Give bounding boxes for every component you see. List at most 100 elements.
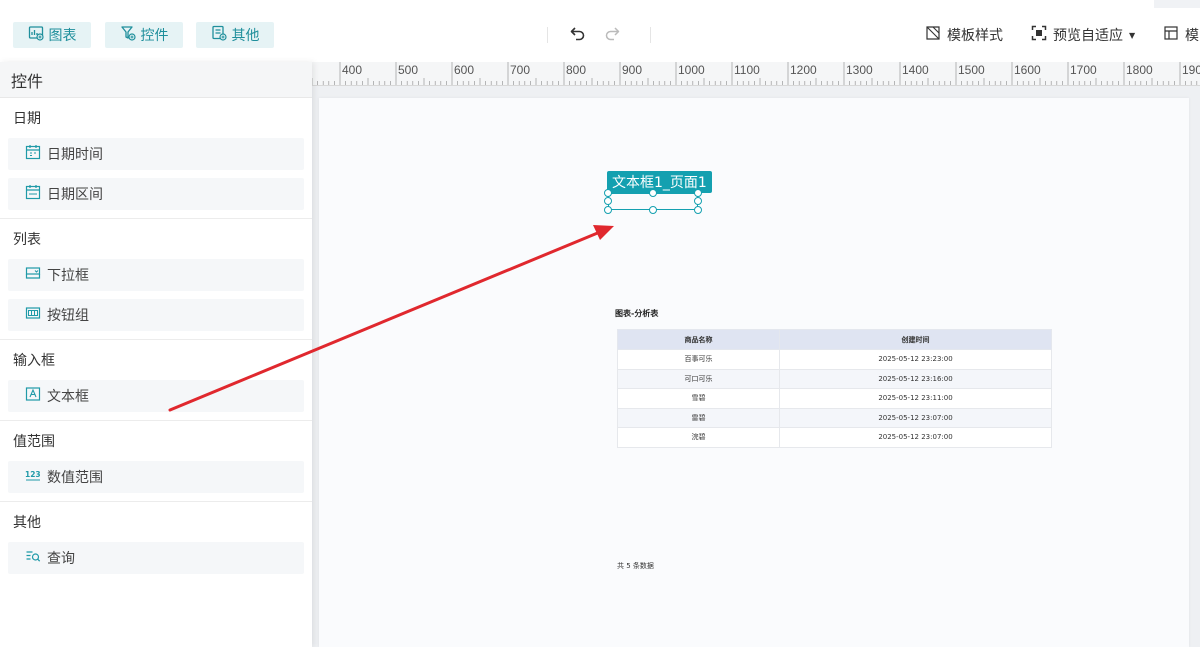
sidebar-title: 控件	[0, 62, 312, 98]
resize-handle-tl[interactable]	[604, 189, 612, 197]
resize-handle-tr[interactable]	[694, 189, 702, 197]
textbox-icon	[25, 386, 41, 406]
column-header[interactable]: 创建时间	[779, 329, 1052, 350]
table-row: 浣碧 2025-05-12 23:07:00	[617, 427, 1052, 448]
other-add-icon	[211, 25, 227, 45]
tab-other-label: 其他	[231, 28, 260, 44]
table-cell: 雪碧	[617, 388, 780, 409]
ruler-tick-label: 500	[398, 63, 418, 77]
sidebar-section-label: 列表	[13, 232, 41, 248]
resize-handle-r[interactable]	[694, 197, 702, 205]
resize-handle-bl[interactable]	[604, 206, 612, 214]
calendar-range-icon	[25, 184, 41, 204]
toolbar-divider	[547, 27, 548, 43]
ruler-tick-label: 400	[342, 63, 362, 77]
sidebar-section-label: 其他	[13, 515, 41, 531]
calendar-icon	[25, 144, 41, 164]
tab-widget[interactable]: 控件	[105, 22, 183, 48]
ruler-tick-label: 900	[622, 63, 642, 77]
sidebar-item-textbox[interactable]: 文本框	[8, 380, 304, 412]
table-row: 雪碧 2025-05-12 23:11:00	[617, 388, 1052, 409]
sidebar-item-query[interactable]: 查询	[8, 542, 304, 574]
sidebar-group-list: 列表 下拉框 按钮组	[0, 219, 312, 340]
ruler-tick-label: 1700	[1070, 63, 1097, 77]
sidebar-section-label: 输入框	[13, 353, 55, 369]
table-header-row: 商品名称 创建时间	[617, 329, 1052, 350]
sidebar-section-label: 值范围	[13, 434, 55, 450]
horizontal-ruler: 400 500 600 700 800 900 1000 1100 1200 1300 1400 15…	[312, 62, 1200, 86]
sidebar-item-daterange[interactable]: 日期区间	[8, 178, 304, 210]
table-cell: 可口可乐	[617, 368, 780, 389]
ruler-tick-label: 1600	[1014, 63, 1041, 77]
ruler-tick-label: 1100	[734, 63, 760, 77]
table-title: 图表-分析表	[615, 309, 659, 318]
chart-add-icon	[28, 25, 44, 45]
redo-icon	[603, 24, 621, 46]
redo-button[interactable]	[602, 25, 622, 45]
preview-adaptive-dropdown[interactable]: 预览自适应 ▼	[1031, 24, 1135, 46]
sidebar-item-label: 文本框	[47, 389, 89, 405]
fit-screen-icon	[1031, 25, 1047, 45]
tab-other[interactable]: 其他	[196, 22, 274, 48]
number-range-icon: 123	[25, 467, 41, 487]
ruler-tick-label: 1200	[790, 63, 817, 77]
template-style-label: 模板样式	[947, 28, 1003, 44]
sidebar-group-date: 日期 日期时间 日期区间	[0, 98, 312, 219]
button-group-icon	[25, 305, 41, 325]
template-more-button[interactable]: 模	[1163, 24, 1199, 46]
resize-handle-b[interactable]	[649, 206, 657, 214]
ruler-tick-label: 600	[454, 63, 474, 77]
sidebar-group-value-range: 值范围 123 数值范围	[0, 421, 312, 502]
analysis-table[interactable]: 商品名称 创建时间 百事可乐 2025-05-12 23:23:00 可口可乐 20…	[617, 329, 1052, 448]
sidebar-item-label: 按钮组	[47, 308, 89, 324]
resize-handle-br[interactable]	[694, 206, 702, 214]
sidebar-item-label: 日期区间	[47, 187, 103, 203]
sidebar-group-other: 其他 查询	[0, 502, 312, 574]
tab-chart-label: 图表	[48, 28, 77, 44]
ruler-tick-label: 1500	[958, 63, 985, 77]
table-cell: 百事可乐	[617, 349, 780, 370]
toolbar-divider	[650, 27, 651, 43]
template-style-icon	[925, 25, 941, 45]
table-row: 雷碧 2025-05-12 23:07:00	[617, 407, 1052, 428]
sidebar-item-datetime[interactable]: 日期时间	[8, 138, 304, 170]
sidebar-item-button-group[interactable]: 按钮组	[8, 299, 304, 331]
resize-handle-t[interactable]	[649, 189, 657, 197]
ruler-tick-label: 1900	[1182, 63, 1200, 77]
sidebar-item-label: 日期时间	[47, 147, 103, 163]
table-cell: 浣碧	[617, 427, 780, 448]
table-cell: 2025-05-12 23:16:00	[779, 368, 1052, 389]
table-footer-count: 共 5 条数据	[617, 562, 654, 570]
ruler-tick-label: 1400	[902, 63, 929, 77]
sidebar-group-input: 输入框 文本框	[0, 340, 312, 421]
ruler-ticks: 400 500 600 700 800 900 1000 1100 1200 1300 1400 15…	[312, 62, 1200, 85]
table-cell: 2025-05-12 23:07:00	[779, 407, 1052, 428]
sidebar-item-label: 查询	[47, 551, 75, 567]
ruler-tick-label: 700	[510, 63, 530, 77]
undo-icon	[569, 24, 587, 46]
widget-sidebar: 控件 日期 日期时间 日期区间 列表 下拉框 按钮组 输入框 文本框 值范围 1…	[0, 62, 312, 647]
sidebar-item-number-range[interactable]: 123 数值范围	[8, 461, 304, 493]
sidebar-section-label: 日期	[13, 111, 41, 127]
sidebar-item-dropdown[interactable]: 下拉框	[8, 259, 304, 291]
tab-widget-label: 控件	[140, 28, 169, 44]
sidebar-item-label: 下拉框	[47, 268, 89, 284]
dropdown-icon	[25, 265, 41, 285]
table-row: 可口可乐 2025-05-12 23:16:00	[617, 368, 1052, 389]
table-cell: 2025-05-12 23:11:00	[779, 388, 1052, 409]
caret-down-icon: ▼	[1129, 30, 1136, 40]
top-strip	[1154, 0, 1200, 8]
table-cell: 雷碧	[617, 407, 780, 428]
undo-button[interactable]	[568, 25, 588, 45]
template-icon	[1163, 25, 1179, 45]
table-row: 百事可乐 2025-05-12 23:23:00	[617, 349, 1052, 370]
resize-handle-l[interactable]	[604, 197, 612, 205]
widget-add-icon	[120, 25, 136, 45]
template-style-button[interactable]: 模板样式	[925, 24, 1003, 46]
tab-chart[interactable]: 图表	[13, 22, 91, 48]
table-cell: 2025-05-12 23:23:00	[779, 349, 1052, 370]
ruler-tick-label: 800	[566, 63, 586, 77]
template-more-label: 模	[1185, 28, 1199, 44]
column-header[interactable]: 商品名称	[617, 329, 780, 350]
ruler-tick-label: 1300	[846, 63, 873, 77]
